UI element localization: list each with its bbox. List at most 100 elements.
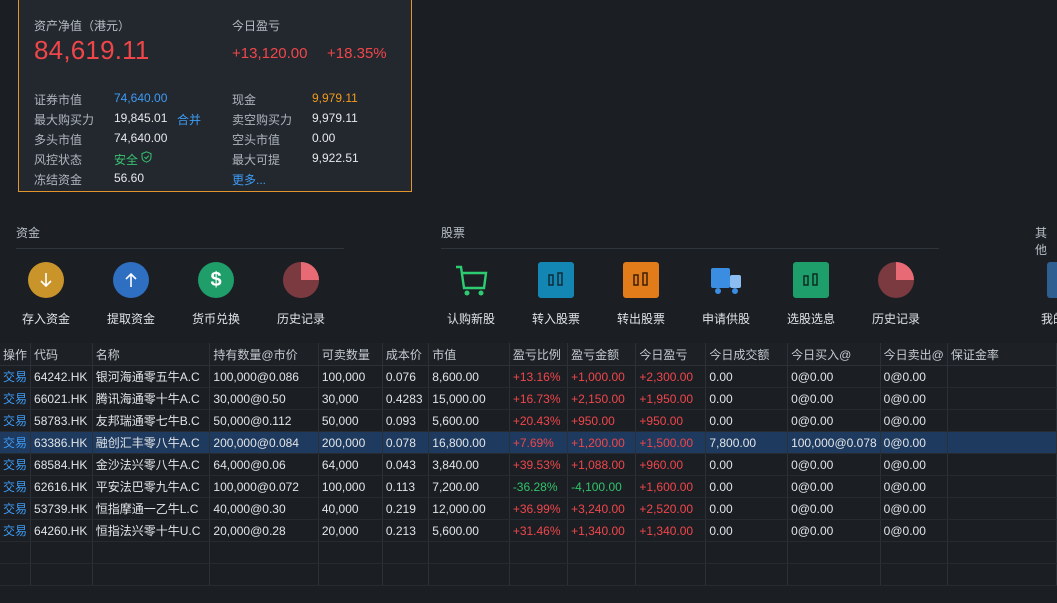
table-cell: 30,000 — [318, 387, 383, 410]
column-header[interactable]: 今日盈亏 — [635, 343, 707, 366]
currency-exchange-button[interactable]: $ 货币兑换 — [176, 262, 256, 327]
column-header[interactable]: 可卖数量 — [318, 343, 383, 366]
column-header[interactable]: 成本价 — [382, 343, 430, 366]
trade-link[interactable]: 交易 — [0, 431, 32, 454]
divider — [16, 248, 344, 249]
tool-label: 货币兑换 — [191, 312, 240, 326]
table-row[interactable]: 交易 66021.HK 腾讯海通零十牛A.C 30,000@0.50 30,000 0.4… — [0, 387, 1057, 410]
empty-row — [0, 563, 1057, 586]
table-cell: 0@0.00 — [880, 519, 948, 542]
table-row[interactable]: 交易 58783.HK 友邦瑞通零七牛B.C 50,000@0.112 50,000 0.… — [0, 409, 1057, 432]
table-cell — [209, 541, 319, 564]
column-header[interactable]: 名称 — [92, 343, 211, 366]
column-header[interactable]: 保证金率 — [947, 343, 1057, 366]
table-cell: 0@0.00 — [787, 475, 881, 498]
table-cell: +31.46% — [509, 519, 569, 542]
tool-label: 选股选息 — [786, 312, 835, 326]
merge-link[interactable]: 合并 — [177, 111, 201, 128]
table-cell: +20.43% — [509, 409, 569, 432]
table-cell — [947, 409, 1057, 432]
column-header[interactable]: 持有数量@市价 — [209, 343, 319, 366]
table-cell — [428, 563, 510, 586]
table-cell — [382, 563, 430, 586]
table-cell: 40,000 — [318, 497, 383, 520]
table-cell: 0@0.00 — [880, 387, 948, 410]
select-dividend-button[interactable]: 选股选息 — [771, 262, 851, 327]
trade-link[interactable]: 交易 — [0, 387, 32, 410]
column-header[interactable]: 今日卖出@ — [880, 343, 948, 366]
trade-link[interactable]: 交易 — [0, 409, 32, 432]
transfer-in-button[interactable]: 转入股票 — [516, 262, 596, 327]
trade-link[interactable]: 交易 — [0, 497, 32, 520]
table-cell — [30, 563, 93, 586]
table-row[interactable]: 交易 53739.HK 恒指摩通一乙牛L.C 40,000@0.30 40,000 0.2… — [0, 497, 1057, 520]
funds-history-button[interactable]: 历史记录 — [261, 262, 341, 327]
nav-label: 资产净值（港元） — [34, 19, 131, 33]
table-cell — [947, 365, 1057, 388]
history-pie-icon — [878, 262, 914, 298]
table-cell: 66021.HK — [30, 387, 93, 410]
table-cell — [947, 475, 1057, 498]
other-icon — [1047, 262, 1057, 298]
table-row[interactable]: 交易 68584.HK 金沙法兴零八牛A.C 64,000@0.06 64,000 0.0… — [0, 453, 1057, 476]
rights-issue-button[interactable]: 申请供股 — [686, 262, 766, 327]
table-cell: 0.00 — [705, 365, 789, 388]
table-row[interactable]: 交易 63386.HK 融创汇丰零八牛A.C 200,000@0.084 200,000… — [0, 431, 1057, 454]
ipo-subscribe-button[interactable]: 认购新股 — [431, 262, 511, 327]
more-link[interactable]: 更多... — [232, 171, 266, 188]
table-header-row: 操作 代码 名称 持有数量@市价 可卖数量 成本价 市值 盈亏比例 盈亏金额 今日盈亏 今日成交额今… — [0, 343, 1057, 366]
table-cell — [705, 541, 789, 564]
column-header[interactable]: 市值 — [428, 343, 510, 366]
table-cell: 0@0.00 — [787, 387, 881, 410]
table-cell: 0@0.00 — [880, 409, 948, 432]
table-cell — [880, 541, 948, 564]
table-row[interactable]: 交易 64242.HK 银河海通零五牛A.C 100,000@0.086 100,000… — [0, 365, 1057, 388]
table-cell: 0@0.00 — [787, 453, 881, 476]
frozen-funds-label: 冻结资金 — [34, 173, 83, 187]
withdraw-button[interactable]: 提取资金 — [91, 262, 171, 327]
column-header[interactable]: 今日买入@ — [787, 343, 881, 366]
deposit-button[interactable]: 存入资金 — [6, 262, 86, 327]
stocks-history-button[interactable]: 历史记录 — [856, 262, 936, 327]
table-cell — [705, 563, 789, 586]
column-header[interactable]: 盈亏金额 — [567, 343, 637, 366]
nav-value: 84,619.11 — [34, 35, 150, 65]
table-cell: 0.4283 — [382, 387, 430, 410]
short-buying-power-value: 9,979.11 — [312, 111, 358, 125]
table-cell: 0.213 — [382, 519, 430, 542]
column-header[interactable]: 操作 — [0, 343, 32, 366]
table-cell: 50,000@0.112 — [209, 409, 319, 432]
table-cell — [382, 541, 430, 564]
table-cell: 0.00 — [705, 387, 789, 410]
tool-label: 我的 — [1041, 312, 1057, 326]
trade-link[interactable]: 交易 — [0, 519, 32, 542]
long-value: 74,640.00 — [114, 131, 168, 145]
trade-link[interactable]: 交易 — [0, 365, 32, 388]
table-cell: 100,000@0.086 — [209, 365, 319, 388]
table-row[interactable]: 交易 64260.HK 恒指法兴零十牛U.C 20,000@0.28 20,000 0.2… — [0, 519, 1057, 542]
short-value: 0.00 — [312, 131, 336, 145]
table-cell — [92, 563, 211, 586]
transfer-out-icon — [623, 262, 659, 298]
trade-link[interactable]: 交易 — [0, 453, 32, 476]
my-button[interactable]: 我的 — [1021, 262, 1057, 327]
table-cell: +16.73% — [509, 387, 569, 410]
column-header[interactable]: 代码 — [30, 343, 93, 366]
table-cell: +2,300.00 — [635, 365, 707, 388]
table-cell: 恒指法兴零十牛U.C — [92, 519, 211, 542]
table-cell: 0@0.00 — [787, 365, 881, 388]
table-cell: 0.00 — [705, 475, 789, 498]
table-cell: +1,950.00 — [635, 387, 707, 410]
transfer-out-button[interactable]: 转出股票 — [601, 262, 681, 327]
column-header[interactable]: 盈亏比例 — [509, 343, 569, 366]
table-cell: 58783.HK — [30, 409, 93, 432]
withdraw-icon — [113, 262, 149, 298]
table-cell: 15,000.00 — [428, 387, 510, 410]
table-cell: -4,100.00 — [567, 475, 637, 498]
table-cell: 100,000 — [318, 475, 383, 498]
column-header[interactable]: 今日成交额 — [705, 343, 789, 366]
table-row[interactable]: 交易 62616.HK 平安法巴零九牛A.C 100,000@0.072 100,000… — [0, 475, 1057, 498]
trade-link[interactable]: 交易 — [0, 475, 32, 498]
table-cell: 金沙法兴零八牛A.C — [92, 453, 211, 476]
max-withdraw-value: 9,922.51 — [312, 151, 359, 165]
